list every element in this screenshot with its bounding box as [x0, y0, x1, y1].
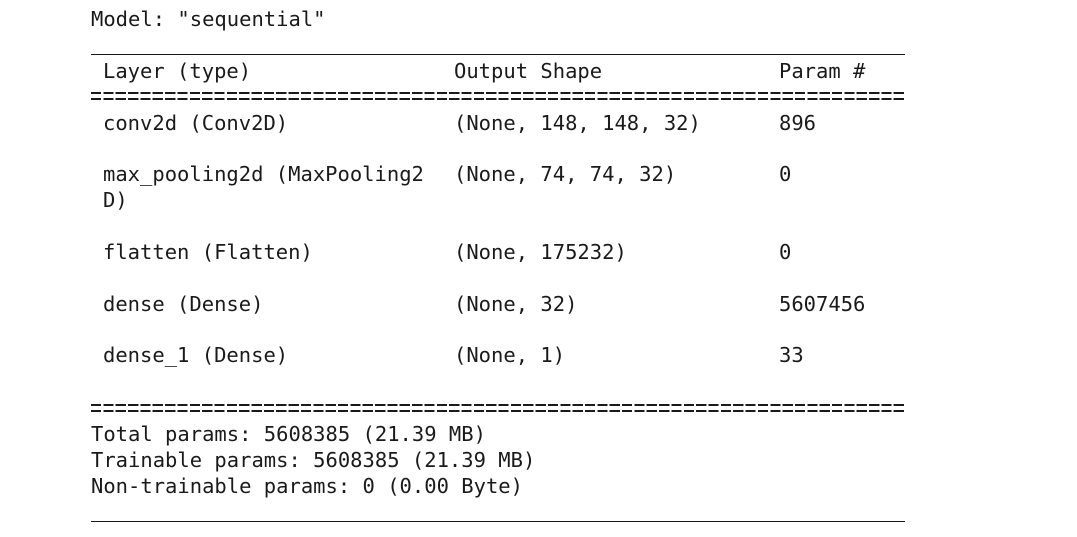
row-output-shape: (None, 175232): [454, 240, 627, 264]
trainable-params: Trainable params: 5608385 (21.39 MB): [91, 448, 536, 472]
non-trainable-params: Non-trainable params: 0 (0.00 Byte): [91, 474, 523, 498]
row-layer: conv2d (Conv2D): [103, 111, 289, 135]
row-layer-continued: D): [103, 188, 128, 212]
row-param-count: 5607456: [779, 292, 866, 316]
row-param-count: 896: [779, 111, 817, 135]
footer-double-rule: [91, 404, 905, 414]
top-rule: [91, 54, 905, 55]
row-layer: dense (Dense): [103, 292, 264, 316]
header-layer: Layer (type): [103, 59, 252, 83]
row-layer: max_pooling2d (MaxPooling2: [103, 162, 424, 186]
row-output-shape: (None, 74, 74, 32): [454, 162, 677, 186]
row-output-shape: (None, 32): [454, 292, 578, 316]
total-params: Total params: 5608385 (21.39 MB): [91, 422, 486, 446]
header-param-count: Param #: [779, 59, 866, 83]
header-double-rule: [91, 92, 905, 102]
row-output-shape: (None, 148, 148, 32): [454, 111, 701, 135]
row-output-shape: (None, 1): [454, 343, 566, 367]
row-layer: flatten (Flatten): [103, 240, 313, 264]
row-param-count: 0: [779, 240, 792, 264]
header-output-shape: Output Shape: [454, 59, 603, 83]
model-title: Model: "sequential": [91, 7, 326, 31]
row-layer: dense_1 (Dense): [103, 343, 289, 367]
bottom-rule: [91, 521, 905, 522]
row-param-count: 33: [779, 343, 804, 367]
row-param-count: 0: [779, 162, 792, 186]
